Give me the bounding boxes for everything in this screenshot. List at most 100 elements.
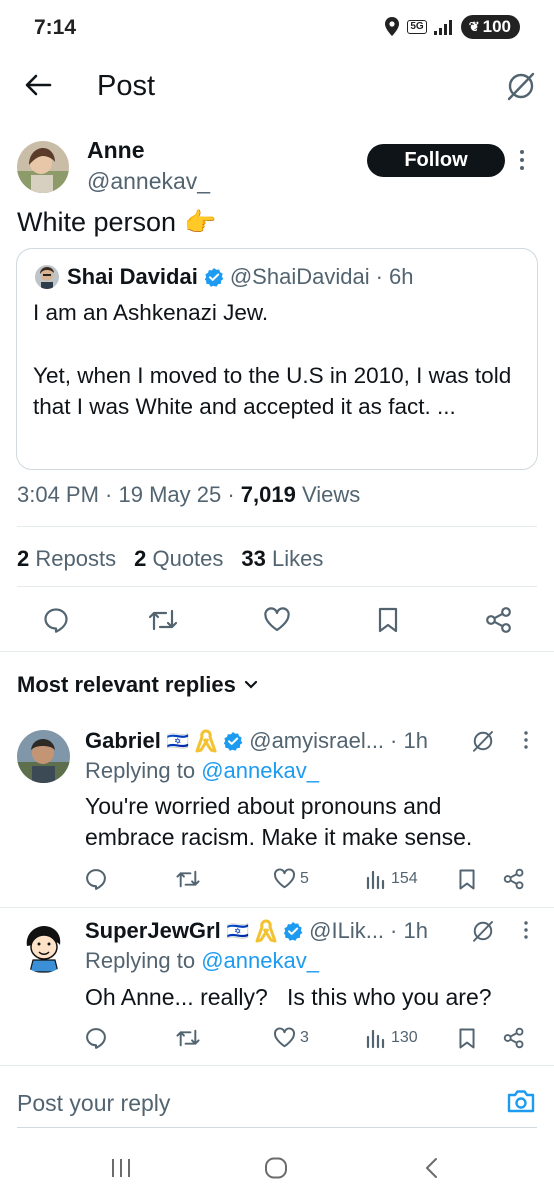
share-button[interactable] [503, 1027, 525, 1049]
reply-button[interactable] [85, 1027, 107, 1049]
reply-avatar[interactable] [17, 730, 70, 783]
arrow-left-icon [25, 74, 52, 96]
quote-line-2: Yet, when I moved to the U.S in 2010, I … [33, 363, 512, 419]
more-options-button[interactable] [523, 730, 529, 750]
camera-button[interactable] [506, 1087, 536, 1115]
replying-to-handle-link[interactable]: @annekav_ [201, 758, 319, 783]
home-icon [265, 1157, 287, 1179]
more-options-button[interactable] [523, 920, 529, 940]
status-icons: 5G ❦ 100 [383, 15, 520, 39]
replying-to: Replying to @annekav_ [85, 758, 319, 783]
back-button[interactable] [24, 72, 52, 98]
follow-button[interactable]: Follow [367, 144, 505, 177]
like-button[interactable] [263, 607, 291, 633]
quote-author-handle: @ShaiDavidai [229, 264, 370, 289]
recent-apps-icon [112, 1159, 130, 1177]
more-vertical-icon [520, 150, 524, 170]
quote-author-avatar [35, 265, 59, 289]
quoted-post[interactable]: Shai Davidai @ShaiDavidai · 6h I am an A… [16, 248, 538, 470]
author-handle[interactable]: @annekav_ [87, 168, 210, 195]
israel-flag-emoji: 🇮🇱 [166, 730, 190, 751]
bookmark-icon [378, 607, 398, 633]
divider [0, 1065, 554, 1066]
heart-icon [264, 607, 290, 632]
views-button[interactable]: 130 [365, 1027, 418, 1049]
reply-avatar[interactable] [17, 920, 70, 973]
bookmark-button[interactable] [377, 606, 399, 634]
system-nav-bar [0, 1128, 554, 1200]
leaf-icon: ❦ [468, 19, 480, 34]
verified-badge-icon [283, 921, 303, 941]
views-label: Views [295, 482, 361, 507]
status-time: 7:14 [34, 16, 77, 39]
reply-author-handle: @ILik... [309, 918, 385, 943]
reply-icon [44, 608, 68, 633]
reply-author-name[interactable]: SuperJewGrl [85, 918, 221, 944]
reply-button[interactable] [43, 607, 69, 633]
divider [17, 526, 537, 527]
likes-stat[interactable]: 33 Likes [241, 546, 323, 572]
network-5g-icon: 5G [407, 20, 427, 34]
reply-button[interactable] [85, 868, 107, 890]
analytics-icon [366, 870, 385, 890]
views-button[interactable]: 154 [365, 868, 418, 890]
verified-badge-icon [204, 267, 224, 287]
bookmark-button[interactable] [458, 1027, 476, 1050]
replying-to-handle-link[interactable]: @annekav_ [201, 948, 319, 973]
pointing-right-emoji: 👉 [184, 207, 217, 237]
grok-icon [473, 731, 493, 752]
reply-text: You're worried about pronouns and embrac… [85, 793, 473, 850]
like-count: 5 [300, 870, 309, 887]
quote-line-1: I am an Ashkenazi Jew. [33, 300, 269, 325]
divider [0, 651, 554, 652]
quote-author-name: Shai Davidai [67, 264, 198, 289]
replies-sort-dropdown[interactable]: Most relevant replies [17, 672, 258, 698]
quotes-stat[interactable]: 2 Quotes [134, 546, 223, 572]
more-vertical-icon [524, 921, 528, 939]
share-icon [503, 868, 524, 890]
views-count: 7,019 [240, 482, 296, 507]
like-count: 3 [300, 1029, 309, 1046]
heart-icon [274, 1027, 295, 1048]
reply-actions: 3 130 [85, 1027, 525, 1053]
reply-input[interactable]: Post your reply [17, 1090, 170, 1117]
author-name[interactable]: Anne [87, 137, 145, 164]
bookmark-icon [459, 1028, 475, 1049]
signal-icon [433, 18, 455, 36]
like-button[interactable]: 3 [273, 1027, 309, 1049]
share-icon [486, 607, 511, 633]
yellow-ribbon-icon [195, 728, 217, 754]
grok-button[interactable] [471, 729, 495, 753]
recent-apps-button[interactable] [110, 1158, 132, 1178]
home-button[interactable] [264, 1157, 288, 1179]
bookmark-button[interactable] [458, 868, 476, 891]
heart-icon [274, 868, 295, 889]
grok-button[interactable] [505, 70, 537, 102]
reply-actions: 5 154 [85, 868, 525, 894]
views-count: 130 [391, 1029, 418, 1046]
post-meta: 3:04 PM · 19 May 25 · 7,019 Views [17, 482, 360, 508]
repost-button[interactable] [147, 607, 179, 633]
reposts-stat[interactable]: 2 Reposts [17, 546, 116, 572]
grok-button[interactable] [471, 919, 495, 943]
israel-flag-emoji: 🇮🇱 [226, 920, 250, 941]
more-options-button[interactable] [518, 148, 526, 172]
share-button[interactable] [485, 606, 513, 634]
reply-author-name[interactable]: Gabriel [85, 728, 161, 754]
like-button[interactable]: 5 [273, 868, 309, 890]
grok-icon [507, 72, 535, 101]
share-button[interactable] [503, 868, 525, 890]
status-bar: 7:14 5G ❦ 100 [0, 0, 554, 56]
author-avatar[interactable] [17, 141, 69, 193]
reply-time: · 1h [390, 918, 428, 943]
back-nav-button[interactable] [423, 1157, 439, 1179]
post-text: White person 👉 [17, 207, 217, 237]
location-icon [383, 16, 401, 38]
grok-icon [473, 921, 493, 942]
analytics-icon [366, 1029, 385, 1049]
repost-button[interactable] [175, 1027, 201, 1049]
views-count: 154 [391, 870, 418, 887]
battery-indicator: ❦ 100 [460, 15, 520, 39]
reply-time: · 1h [390, 728, 428, 753]
repost-button[interactable] [175, 868, 201, 890]
